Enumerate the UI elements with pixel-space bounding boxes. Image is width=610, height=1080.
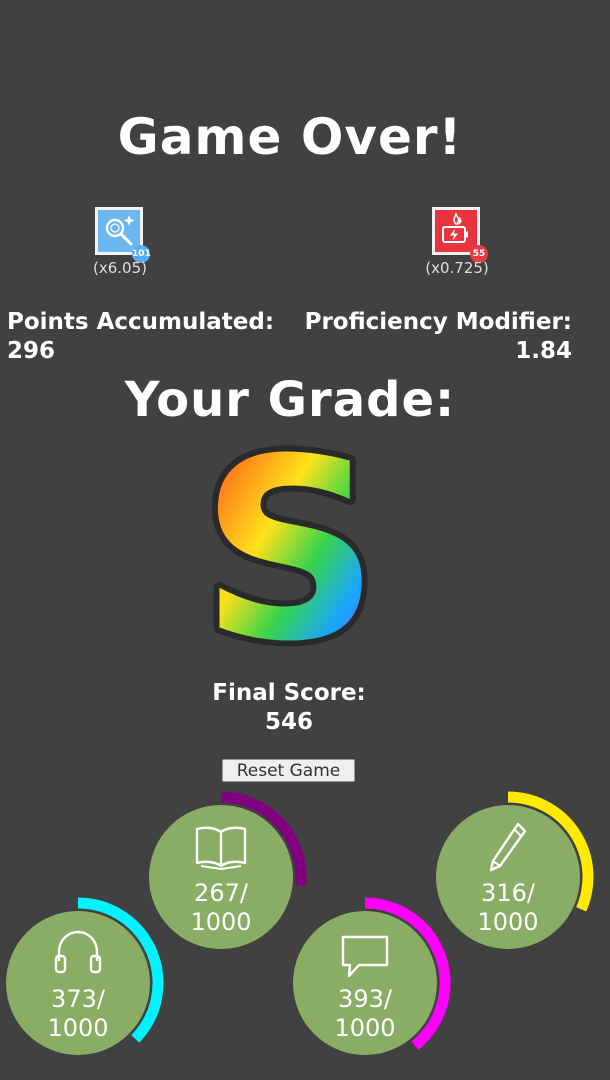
speech-bubble-icon: [341, 935, 389, 978]
proficiency-stat: Proficiency Modifier: 1.84: [305, 308, 572, 366]
skill-listening: 373/ 1000: [0, 893, 168, 1073]
listening-progress-ring: [6, 897, 164, 1055]
points-stat: Points Accumulated: 296: [7, 308, 274, 366]
speaking-progress-ring: [293, 897, 451, 1055]
search-powerup-multiplier: (x6.05): [93, 259, 147, 277]
proficiency-value: 1.84: [515, 338, 572, 364]
points-value: 296: [7, 338, 56, 364]
battery-powerup-multiplier: (x0.725): [425, 259, 489, 277]
book-icon: [195, 826, 247, 871]
listening-value-line1: 373/: [51, 985, 105, 1013]
headphones-icon: [54, 930, 102, 974]
speaking-value-line2: 1000: [334, 1014, 396, 1042]
speaking-value-line1: 393/: [338, 985, 392, 1013]
skill-speaking: 393/ 1000: [275, 893, 455, 1073]
grade-heading: Your Grade:: [124, 372, 456, 428]
reset-game-button[interactable]: Reset Game: [222, 759, 355, 782]
battery-flame-icon: [442, 211, 468, 243]
grade-letter-text: S: [200, 432, 380, 662]
final-score-value: 546: [264, 709, 313, 735]
listening-value: 373/ 1000: [0, 985, 168, 1043]
speaking-value: 393/ 1000: [275, 985, 455, 1043]
listening-value-line2: 1000: [47, 1014, 109, 1042]
pencil-icon: [489, 822, 527, 872]
points-label: Points Accumulated:: [7, 309, 275, 335]
magnifier-sparkle-icon: [105, 215, 135, 246]
final-score: Final Score: 546: [0, 679, 578, 737]
game-over-title: Game Over!: [117, 108, 463, 166]
grade-letter: S: [194, 432, 386, 662]
proficiency-label: Proficiency Modifier:: [304, 309, 572, 335]
final-score-label: Final Score:: [212, 680, 366, 706]
